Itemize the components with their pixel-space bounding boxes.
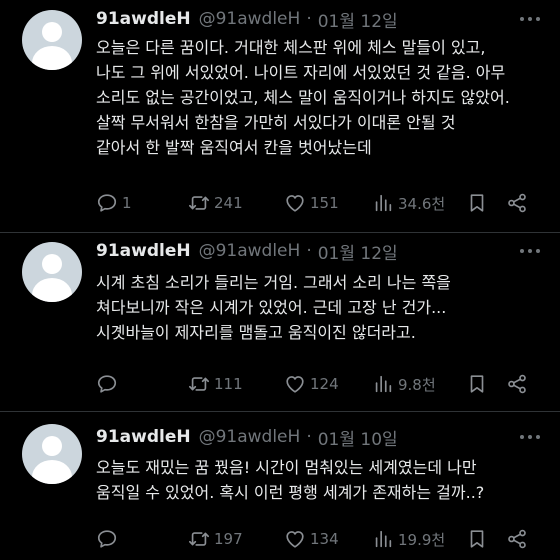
tweet-date[interactable]: 01월 12일 — [318, 239, 398, 264]
share-button[interactable] — [506, 526, 528, 552]
heart-icon — [286, 531, 304, 548]
share-icon — [508, 529, 526, 549]
separator-dot: · — [306, 9, 312, 29]
like-count: 134 — [310, 530, 339, 548]
username-handle[interactable]: @91awdleH — [199, 241, 301, 261]
tweet-text-line: 오늘도 재밌는 꿈 꿨음! 시간이 멈춰있는 세계였는데 나만 — [96, 458, 477, 477]
tweet-text: 오늘도 재밌는 꿈 꿨음! 시간이 멈춰있는 세계였는데 나만 움직일 수 있었… — [96, 455, 546, 505]
tweet-header: 91awdleH @91awdleH · 01월 12일 — [96, 239, 398, 264]
retweet-icon — [189, 196, 209, 210]
like-button[interactable]: 151 — [284, 190, 339, 216]
retweet-button[interactable]: 111 — [188, 371, 243, 397]
avatar[interactable] — [22, 242, 82, 302]
tweet-header: 91awdleH @91awdleH · 01월 10일 — [96, 425, 398, 450]
more-icon[interactable] — [520, 433, 540, 441]
tweet-divider — [0, 411, 560, 412]
tweet-text-line: 시계 초침 소리가 들리는 거임. 그래서 소리 나는 쪽을 — [96, 273, 451, 292]
bookmark-icon — [470, 194, 484, 212]
retweet-count: 241 — [214, 194, 243, 212]
separator-dot: · — [306, 427, 312, 447]
action-bar: 111 124 9.8천 — [96, 371, 546, 397]
retweet-button[interactable]: 197 — [188, 526, 243, 552]
reply-icon — [97, 375, 117, 393]
share-icon — [508, 193, 526, 213]
retweet-button[interactable]: 241 — [188, 190, 243, 216]
like-count: 151 — [310, 194, 339, 212]
bookmark-icon — [470, 375, 484, 393]
action-bar: 197 134 19.9천 — [96, 526, 546, 552]
more-icon[interactable] — [520, 247, 540, 255]
action-bar: 1 241 151 34.6천 — [96, 190, 546, 216]
tweet-text-line: 살짝 무서워서 한참을 가만히 서있다가 이대론 안될 것 — [96, 113, 456, 132]
reply-button[interactable] — [96, 526, 122, 552]
views-button[interactable]: 19.9천 — [372, 526, 445, 552]
bookmark-button[interactable] — [466, 190, 488, 216]
tweet-header: 91awdleH @91awdleH · 01월 12일 — [96, 7, 398, 32]
tweet-text-line: 시곗바늘이 제자리를 맴돌고 움직이진 않더라고. — [96, 323, 416, 342]
tweet-date[interactable]: 01월 10일 — [318, 425, 398, 450]
tweet-text-line: 나도 그 위에 서있었어. 나이트 자리에 서있었던 것 같음. 아무 — [96, 63, 506, 82]
views-icon — [375, 375, 392, 393]
views-icon — [375, 194, 392, 212]
views-icon — [375, 530, 392, 548]
bookmark-button[interactable] — [466, 526, 488, 552]
bookmark-button[interactable] — [466, 371, 488, 397]
views-button[interactable]: 9.8천 — [372, 371, 436, 397]
heart-icon — [286, 376, 304, 393]
view-count: 9.8천 — [398, 375, 436, 394]
tweet-text-line: 쳐다보니까 작은 시계가 있었어. 근데 고장 난 건가... — [96, 298, 447, 317]
tweet-text-line: 같아서 한 발짝 움직여서 칸을 벗어났는데 — [96, 138, 372, 157]
separator-dot: · — [306, 241, 312, 261]
more-icon[interactable] — [520, 15, 540, 23]
reply-icon — [97, 530, 117, 548]
username-handle[interactable]: @91awdleH — [199, 9, 301, 29]
reply-icon — [97, 194, 117, 212]
reply-button[interactable] — [96, 371, 122, 397]
tweet-date[interactable]: 01월 12일 — [318, 7, 398, 32]
retweet-icon — [189, 532, 209, 546]
retweet-count: 197 — [214, 530, 243, 548]
retweet-count: 111 — [214, 375, 243, 393]
retweet-icon — [189, 377, 209, 391]
share-button[interactable] — [506, 371, 528, 397]
share-button[interactable] — [506, 190, 528, 216]
tweet-text: 시계 초침 소리가 들리는 거임. 그래서 소리 나는 쪽을 쳐다보니까 작은 … — [96, 270, 546, 345]
tweet-text-line: 소리도 없는 공간이었고, 체스 말이 움직이거나 하지도 않았어. — [96, 88, 510, 107]
share-icon — [508, 374, 526, 394]
heart-icon — [286, 195, 304, 212]
views-button[interactable]: 34.6천 — [372, 190, 445, 216]
like-button[interactable]: 124 — [284, 371, 339, 397]
display-name[interactable]: 91awdleH — [96, 9, 191, 29]
avatar[interactable] — [22, 10, 82, 70]
reply-button[interactable]: 1 — [96, 190, 132, 216]
tweet-divider — [0, 232, 560, 233]
avatar[interactable] — [22, 424, 82, 484]
tweet-text: 오늘은 다른 꿈이다. 거대한 체스판 위에 체스 말들이 있고, 나도 그 위… — [96, 35, 546, 160]
display-name[interactable]: 91awdleH — [96, 427, 191, 447]
username-handle[interactable]: @91awdleH — [199, 427, 301, 447]
view-count: 34.6천 — [398, 194, 446, 213]
like-count: 124 — [310, 375, 339, 393]
display-name[interactable]: 91awdleH — [96, 241, 191, 261]
tweet-text-line: 움직일 수 있었어. 혹시 이런 평행 세계가 존재하는 걸까..? — [96, 483, 485, 502]
reply-count: 1 — [122, 194, 132, 212]
view-count: 19.9천 — [398, 530, 446, 549]
bookmark-icon — [470, 530, 484, 548]
tweet-text-line: 오늘은 다른 꿈이다. 거대한 체스판 위에 체스 말들이 있고, — [96, 38, 486, 57]
like-button[interactable]: 134 — [284, 526, 339, 552]
